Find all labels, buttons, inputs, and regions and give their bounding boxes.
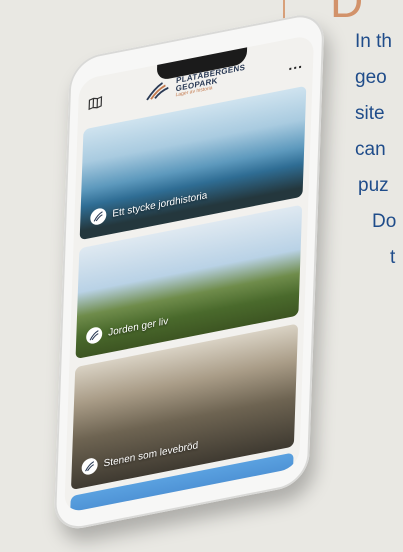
shell-logo-icon — [81, 456, 98, 477]
article-line-5: puz — [358, 175, 389, 196]
article-line-1: In th — [355, 31, 392, 52]
shell-logo-icon — [85, 325, 103, 346]
card-title: Ett stycke jordhistoria — [112, 189, 208, 220]
article-line-2: geo — [355, 67, 387, 88]
article-line-3: site — [355, 103, 385, 124]
app-screen: PLATÅBERGENS GEOPARK Lager av historia .… — [64, 34, 315, 514]
card-label-row: Ett stycke jordhistoria — [90, 187, 208, 227]
card-label-row: Stenen som levebröd — [81, 437, 199, 477]
geopark-logo: PLATÅBERGENS GEOPARK Lager av historia — [145, 62, 245, 104]
card-title: Stenen som levebröd — [103, 439, 199, 470]
map-icon[interactable] — [88, 95, 103, 111]
article-drop-letter: D — [330, 0, 364, 27]
card-title: Jorden ger liv — [108, 315, 169, 339]
geopark-logo-mark — [145, 82, 169, 101]
article-line-6: Do — [372, 211, 397, 232]
more-dots-icon[interactable]: ... — [288, 54, 303, 73]
card-label-row: Jorden ger liv — [85, 313, 169, 346]
shell-logo-icon — [90, 206, 107, 227]
article-line-4: can — [355, 139, 386, 160]
article-line-7: t — [390, 247, 396, 268]
phone-mockup: PLATÅBERGENS GEOPARK Lager av historia .… — [53, 10, 325, 534]
